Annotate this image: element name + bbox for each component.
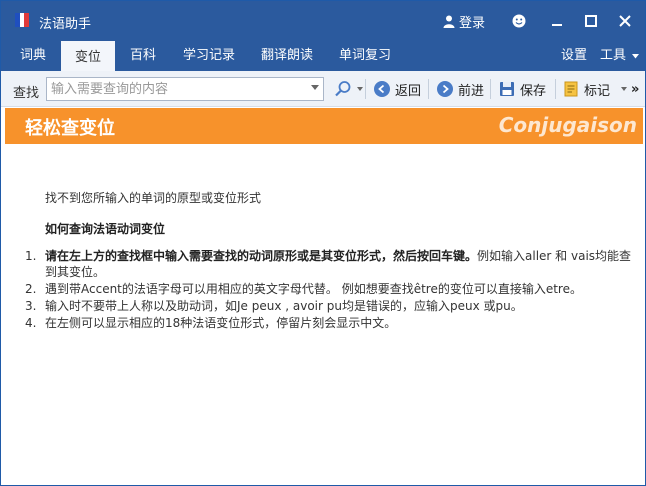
banner: 轻松查变位 Conjugaison [5,108,643,144]
banner-subtitle: Conjugaison [498,113,637,137]
user-icon [443,15,455,28]
mark-label: 标记 [584,83,611,99]
search-label: 查找 [13,86,40,101]
toolbar-divider [365,79,366,99]
list-item: 3. 输入时不要带上人称以及助动词，如Je peux , avoir pu均是错… [25,299,523,313]
arrow-left-icon [374,81,390,97]
login-label: 登录 [459,16,486,31]
floppy-disk-icon [500,82,514,96]
search-input[interactable] [51,80,301,98]
back-label: 返回 [395,83,422,99]
close-icon [619,15,631,27]
tab-study-records[interactable]: 学习记录 [173,41,245,71]
note-icon [564,81,578,97]
search-button[interactable] [334,79,363,99]
banner-title: 轻松查变位 [25,118,115,139]
settings-menu[interactable]: 设置 [561,41,587,71]
back-button[interactable]: 返回 [374,79,421,99]
toolbar-divider [555,79,556,99]
save-label: 保存 [520,83,547,99]
forward-button[interactable]: 前进 [437,79,484,99]
save-button[interactable]: 保存 [499,79,546,99]
tab-word-review[interactable]: 单词复习 [329,41,401,71]
chevron-down-icon [357,87,363,91]
minimize-icon [552,24,562,26]
tools-label: 工具 [600,48,627,63]
more-label: » [631,81,640,97]
more-button[interactable]: » [621,79,639,99]
list-item: 2. 遇到带Accent的法语字母可以用相应的英文字母代替。 例如想要查找êtr… [25,282,582,296]
tab-bar: 词典 变位 百科 学习记录 翻译朗读 单词复习 设置 工具 [1,41,645,71]
not-found-message: 找不到您所输入的单词的原型或变位形式 [45,191,262,205]
login-button[interactable]: 登录 [443,12,485,31]
maximize-button[interactable] [581,11,601,31]
help-heading: 如何查询法语动词变位 [45,222,166,236]
close-button[interactable] [615,11,635,31]
toolbar-divider [490,79,491,99]
tab-dictionary[interactable]: 词典 [9,41,57,71]
tab-conjugation[interactable]: 变位 [61,41,115,71]
chevron-down-icon [632,53,640,58]
list-item: 4. 在左侧可以显示相应的18种法语变位形式，停留片刻会显示中文。 [25,316,397,330]
app-logo-icon [15,13,30,27]
tab-translate-read[interactable]: 翻译朗读 [251,41,323,71]
list-item: 1. 请在左上方的查找框中输入需要查找的动词原形或是其变位形式，然后按回车键。例… [25,249,632,279]
search-box[interactable] [46,77,324,101]
content-area: 找不到您所输入的单词的原型或变位形式 如何查询法语动词变位 1. 请在左上方的查… [5,144,643,485]
maximize-icon [585,15,597,27]
title-bar: 法语助手 登录 [1,1,645,41]
tab-encyclopedia[interactable]: 百科 [119,41,167,71]
smiley-icon [512,14,526,28]
chevron-down-icon [621,87,627,91]
mark-button[interactable]: 标记 [563,79,610,99]
arrow-right-icon [437,81,453,97]
help-steps: 1. 请在左上方的查找框中输入需要查找的动词原形或是其变位形式，然后按回车键。例… [25,248,637,332]
feedback-button[interactable] [509,11,529,31]
search-icon [335,81,351,97]
minimize-button[interactable] [547,11,567,31]
toolbar: 查找 返回 前进 [1,71,645,107]
search-history-dropdown[interactable] [311,85,319,90]
toolbar-divider [428,79,429,99]
forward-label: 前进 [458,83,485,99]
app-window: 法语助手 登录 词典 变位 百科 学习记录 翻译朗读 单词复习 设置 工具 查找… [0,0,646,486]
tools-menu[interactable]: 工具 [600,41,640,71]
app-title: 法语助手 [39,17,92,32]
